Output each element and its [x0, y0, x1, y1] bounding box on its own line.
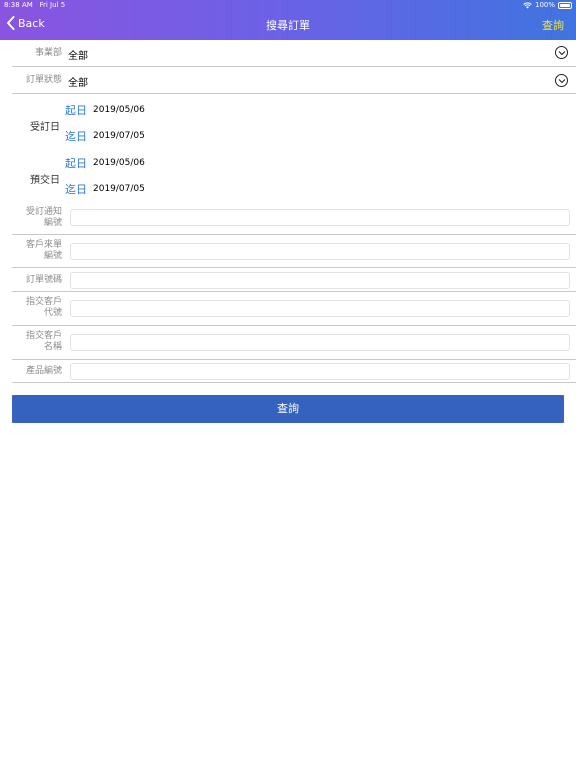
order-status-value: 全部 — [68, 78, 88, 89]
division-value: 全部 — [68, 51, 88, 62]
delivery-date-from[interactable]: 起日 2019/05/06 — [65, 155, 145, 171]
from-tag: 起日 — [65, 104, 87, 117]
battery-percent: 100% — [534, 1, 555, 9]
product-no-row: 產品編號 — [12, 360, 576, 383]
order-status-row[interactable]: 訂單狀態 全部 — [12, 67, 576, 94]
status-bar: 8:38 AM Fri Jul 5 100% — [0, 0, 576, 11]
delivery-customer-code-row: 指交客戶 代號 — [12, 292, 576, 326]
delivery-date-from-value[interactable]: 2019/05/06 — [93, 158, 145, 168]
customer-order-no-row: 客戶來單 編號 — [12, 235, 576, 268]
label-line: 編號 — [43, 218, 62, 228]
nav-bar: Back 搜尋訂單 查詢 — [0, 11, 576, 40]
order-date-from[interactable]: 起日 2019/05/06 — [65, 102, 145, 118]
search-button[interactable]: 查詢 — [12, 395, 564, 423]
delivery-date-block: 預交日 起日 2019/05/06 迄日 2019/07/05 — [12, 150, 576, 204]
label-line: 指交客戶 — [25, 297, 62, 307]
to-tag: 迄日 — [65, 183, 87, 196]
label-line: 名稱 — [43, 342, 62, 352]
label-line: 受訂通知 — [25, 207, 62, 217]
order-date-to[interactable]: 迄日 2019/07/05 — [65, 128, 145, 144]
delivery-customer-name-row: 指交客戶 名稱 — [12, 326, 576, 360]
status-right: 100% — [523, 0, 572, 11]
order-notice-no-input[interactable] — [70, 209, 570, 226]
order-notice-no-row: 受訂通知 編號 — [12, 204, 576, 235]
wifi-icon — [523, 2, 532, 9]
division-label: 事業部 — [34, 48, 62, 58]
delivery-date-to-value[interactable]: 2019/07/05 — [93, 184, 145, 194]
label-line: 指交客戶 — [25, 331, 62, 341]
label-line: 編號 — [43, 251, 62, 261]
label-line: 客戶來單 — [25, 240, 62, 250]
order-notice-no-label: 受訂通知 編號 — [12, 207, 62, 229]
order-date-from-value[interactable]: 2019/05/06 — [93, 105, 145, 115]
battery-icon — [558, 2, 572, 9]
search-action-button[interactable]: 查詢 — [542, 17, 564, 33]
order-no-label: 訂單號碼 — [25, 275, 62, 285]
status-time: 8:38 AM Fri Jul 5 — [4, 1, 66, 9]
product-no-input[interactable] — [70, 363, 570, 380]
order-no-input[interactable] — [70, 272, 570, 289]
chevron-down-icon[interactable] — [555, 46, 568, 59]
customer-order-no-label: 客戶來單 編號 — [12, 240, 62, 262]
page-title: 搜尋訂單 — [266, 19, 310, 32]
order-date-label: 受訂日 — [30, 122, 60, 133]
delivery-customer-code-input[interactable] — [70, 300, 570, 317]
customer-order-no-input[interactable] — [70, 243, 570, 260]
product-no-label: 產品編號 — [25, 366, 62, 376]
delivery-customer-code-label: 指交客戶 代號 — [12, 297, 62, 319]
delivery-date-label: 預交日 — [30, 175, 60, 186]
order-date-block: 受訂日 起日 2019/05/06 迄日 2019/07/05 — [12, 96, 576, 150]
order-date-to-value[interactable]: 2019/07/05 — [93, 131, 145, 141]
delivery-date-to[interactable]: 迄日 2019/07/05 — [65, 181, 145, 197]
navigation-header: 8:38 AM Fri Jul 5 100% Back 搜尋訂單 查詢 — [0, 0, 576, 40]
to-tag: 迄日 — [65, 130, 87, 143]
order-status-label: 訂單狀態 — [25, 75, 62, 85]
delivery-customer-name-input[interactable] — [70, 334, 570, 351]
chevron-down-icon[interactable] — [555, 74, 568, 87]
delivery-customer-name-label: 指交客戶 名稱 — [12, 331, 62, 353]
label-line: 代號 — [43, 308, 62, 318]
division-row[interactable]: 事業部 全部 — [12, 40, 576, 67]
order-no-row: 訂單號碼 — [12, 268, 576, 292]
from-tag: 起日 — [65, 157, 87, 170]
